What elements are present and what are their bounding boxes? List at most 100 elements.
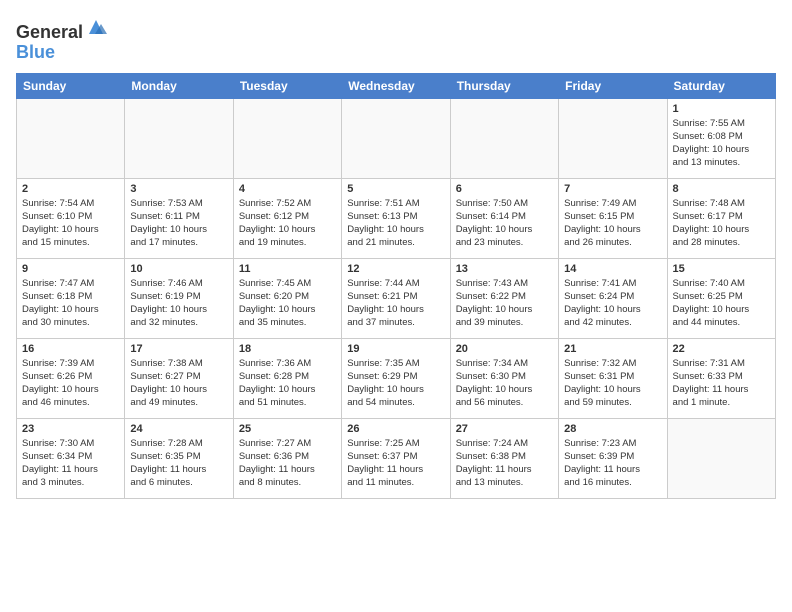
calendar-cell: 23 Sunrise: 7:30 AM Sunset: 6:34 PM Dayli… <box>17 418 125 498</box>
day-number: 9 <box>22 263 119 275</box>
calendar-cell: 4Sunrise: 7:52 AM Sunset: 6:12 PM Daylig… <box>233 178 341 258</box>
day-header-sunday: Sunday <box>17 73 125 98</box>
day-number: 11 <box>239 263 336 275</box>
day-number: 6 <box>456 183 553 195</box>
sun-info: Sunrise: 7:32 AM Sunset: 6:31 PM Dayligh… <box>564 357 661 410</box>
calendar-cell: 2 Sunrise: 7:54 AM Sunset: 6:10 PM Daylig… <box>17 178 125 258</box>
calendar-cell: 16 Sunrise: 7:39 AM Sunset: 6:26 PM Dayli… <box>17 338 125 418</box>
calendar-cell: 10 Sunrise: 7:46 AM Sunset: 6:19 PM Dayli… <box>125 258 233 338</box>
calendar-cell <box>17 98 125 178</box>
calendar-cell <box>125 98 233 178</box>
calendar-cell: 20Sunrise: 7:34 AM Sunset: 6:30 PM Dayli… <box>450 338 558 418</box>
sun-info: Sunrise: 7:41 AM Sunset: 6:24 PM Dayligh… <box>564 277 661 330</box>
calendar-cell: 22 Sunrise: 7:31 AM Sunset: 6:33 PM Dayli… <box>667 338 775 418</box>
sun-info: Sunrise: 7:55 AM Sunset: 6:08 PM Dayligh… <box>673 117 770 170</box>
sun-info: Sunrise: 7:31 AM Sunset: 6:33 PM Dayligh… <box>673 357 770 410</box>
calendar-header: SundayMondayTuesdayWednesdayThursdayFrid… <box>17 73 776 98</box>
day-number: 20 <box>456 343 553 355</box>
calendar-week-3: 9 Sunrise: 7:47 AM Sunset: 6:18 PM Daylig… <box>17 258 776 338</box>
calendar-cell: 12 Sunrise: 7:44 AM Sunset: 6:21 PM Dayli… <box>342 258 450 338</box>
calendar-cell: 19 Sunrise: 7:35 AM Sunset: 6:29 PM Dayli… <box>342 338 450 418</box>
day-number: 19 <box>347 343 444 355</box>
calendar-cell: 8 Sunrise: 7:48 AM Sunset: 6:17 PM Daylig… <box>667 178 775 258</box>
day-number: 5 <box>347 183 444 195</box>
calendar-table: SundayMondayTuesdayWednesdayThursdayFrid… <box>16 73 776 499</box>
calendar-cell <box>342 98 450 178</box>
calendar-week-1: 1 Sunrise: 7:55 AM Sunset: 6:08 PM Daylig… <box>17 98 776 178</box>
logo-blue: Blue <box>16 42 55 62</box>
sun-info: Sunrise: 7:30 AM Sunset: 6:34 PM Dayligh… <box>22 437 119 490</box>
calendar-week-4: 16 Sunrise: 7:39 AM Sunset: 6:26 PM Dayli… <box>17 338 776 418</box>
calendar-cell: 11 Sunrise: 7:45 AM Sunset: 6:20 PM Dayli… <box>233 258 341 338</box>
sun-info: Sunrise: 7:49 AM Sunset: 6:15 PM Dayligh… <box>564 197 661 250</box>
calendar-cell: 13 Sunrise: 7:43 AM Sunset: 6:22 PM Dayli… <box>450 258 558 338</box>
day-header-saturday: Saturday <box>667 73 775 98</box>
sun-info: Sunrise: 7:23 AM Sunset: 6:39 PM Dayligh… <box>564 437 661 490</box>
day-number: 26 <box>347 423 444 435</box>
sun-info: Sunrise: 7:25 AM Sunset: 6:37 PM Dayligh… <box>347 437 444 490</box>
sun-info: Sunrise: 7:27 AM Sunset: 6:36 PM Dayligh… <box>239 437 336 490</box>
day-number: 14 <box>564 263 661 275</box>
day-number: 28 <box>564 423 661 435</box>
sun-info: Sunrise: 7:35 AM Sunset: 6:29 PM Dayligh… <box>347 357 444 410</box>
sun-info: Sunrise: 7:43 AM Sunset: 6:22 PM Dayligh… <box>456 277 553 330</box>
day-number: 21 <box>564 343 661 355</box>
calendar-cell: 27Sunrise: 7:24 AM Sunset: 6:38 PM Dayli… <box>450 418 558 498</box>
calendar-cell: 9 Sunrise: 7:47 AM Sunset: 6:18 PM Daylig… <box>17 258 125 338</box>
calendar-cell: 21 Sunrise: 7:32 AM Sunset: 6:31 PM Dayli… <box>559 338 667 418</box>
day-number: 8 <box>673 183 770 195</box>
calendar-cell: 15 Sunrise: 7:40 AM Sunset: 6:25 PM Dayli… <box>667 258 775 338</box>
calendar-cell: 7 Sunrise: 7:49 AM Sunset: 6:15 PM Daylig… <box>559 178 667 258</box>
calendar-cell: 24 Sunrise: 7:28 AM Sunset: 6:35 PM Dayli… <box>125 418 233 498</box>
sun-info: Sunrise: 7:46 AM Sunset: 6:19 PM Dayligh… <box>130 277 227 330</box>
calendar-cell: 6 Sunrise: 7:50 AM Sunset: 6:14 PM Daylig… <box>450 178 558 258</box>
sun-info: Sunrise: 7:24 AM Sunset: 6:38 PM Dayligh… <box>456 437 553 490</box>
day-number: 22 <box>673 343 770 355</box>
day-header-monday: Monday <box>125 73 233 98</box>
sun-info: Sunrise: 7:38 AM Sunset: 6:27 PM Dayligh… <box>130 357 227 410</box>
sun-info: Sunrise: 7:53 AM Sunset: 6:11 PM Dayligh… <box>130 197 227 250</box>
day-number: 10 <box>130 263 227 275</box>
logo-general: General <box>16 22 83 42</box>
day-number: 13 <box>456 263 553 275</box>
day-number: 4 <box>239 183 336 195</box>
calendar-week-5: 23 Sunrise: 7:30 AM Sunset: 6:34 PM Dayli… <box>17 418 776 498</box>
calendar-cell <box>233 98 341 178</box>
calendar-cell: 18Sunrise: 7:36 AM Sunset: 6:28 PM Dayli… <box>233 338 341 418</box>
sun-info: Sunrise: 7:48 AM Sunset: 6:17 PM Dayligh… <box>673 197 770 250</box>
calendar-cell: 1 Sunrise: 7:55 AM Sunset: 6:08 PM Daylig… <box>667 98 775 178</box>
sun-info: Sunrise: 7:44 AM Sunset: 6:21 PM Dayligh… <box>347 277 444 330</box>
day-header-thursday: Thursday <box>450 73 558 98</box>
day-number: 17 <box>130 343 227 355</box>
sun-info: Sunrise: 7:45 AM Sunset: 6:20 PM Dayligh… <box>239 277 336 330</box>
calendar-cell: 14 Sunrise: 7:41 AM Sunset: 6:24 PM Dayli… <box>559 258 667 338</box>
calendar-cell <box>559 98 667 178</box>
sun-info: Sunrise: 7:40 AM Sunset: 6:25 PM Dayligh… <box>673 277 770 330</box>
calendar-cell: 28 Sunrise: 7:23 AM Sunset: 6:39 PM Dayli… <box>559 418 667 498</box>
calendar-week-2: 2 Sunrise: 7:54 AM Sunset: 6:10 PM Daylig… <box>17 178 776 258</box>
day-number: 15 <box>673 263 770 275</box>
day-header-tuesday: Tuesday <box>233 73 341 98</box>
sun-info: Sunrise: 7:51 AM Sunset: 6:13 PM Dayligh… <box>347 197 444 250</box>
sun-info: Sunrise: 7:28 AM Sunset: 6:35 PM Dayligh… <box>130 437 227 490</box>
calendar-cell: 26 Sunrise: 7:25 AM Sunset: 6:37 PM Dayli… <box>342 418 450 498</box>
sun-info: Sunrise: 7:50 AM Sunset: 6:14 PM Dayligh… <box>456 197 553 250</box>
day-number: 23 <box>22 423 119 435</box>
calendar-cell: 3 Sunrise: 7:53 AM Sunset: 6:11 PM Daylig… <box>125 178 233 258</box>
calendar-cell: 5 Sunrise: 7:51 AM Sunset: 6:13 PM Daylig… <box>342 178 450 258</box>
day-header-wednesday: Wednesday <box>342 73 450 98</box>
day-number: 2 <box>22 183 119 195</box>
sun-info: Sunrise: 7:47 AM Sunset: 6:18 PM Dayligh… <box>22 277 119 330</box>
day-number: 24 <box>130 423 227 435</box>
day-number: 3 <box>130 183 227 195</box>
sun-info: Sunrise: 7:39 AM Sunset: 6:26 PM Dayligh… <box>22 357 119 410</box>
sun-info: Sunrise: 7:54 AM Sunset: 6:10 PM Dayligh… <box>22 197 119 250</box>
day-number: 16 <box>22 343 119 355</box>
day-number: 7 <box>564 183 661 195</box>
logo-icon <box>85 16 107 38</box>
calendar-cell: 25 Sunrise: 7:27 AM Sunset: 6:36 PM Dayli… <box>233 418 341 498</box>
day-number: 25 <box>239 423 336 435</box>
day-number: 1 <box>673 103 770 115</box>
day-number: 12 <box>347 263 444 275</box>
calendar-cell <box>667 418 775 498</box>
